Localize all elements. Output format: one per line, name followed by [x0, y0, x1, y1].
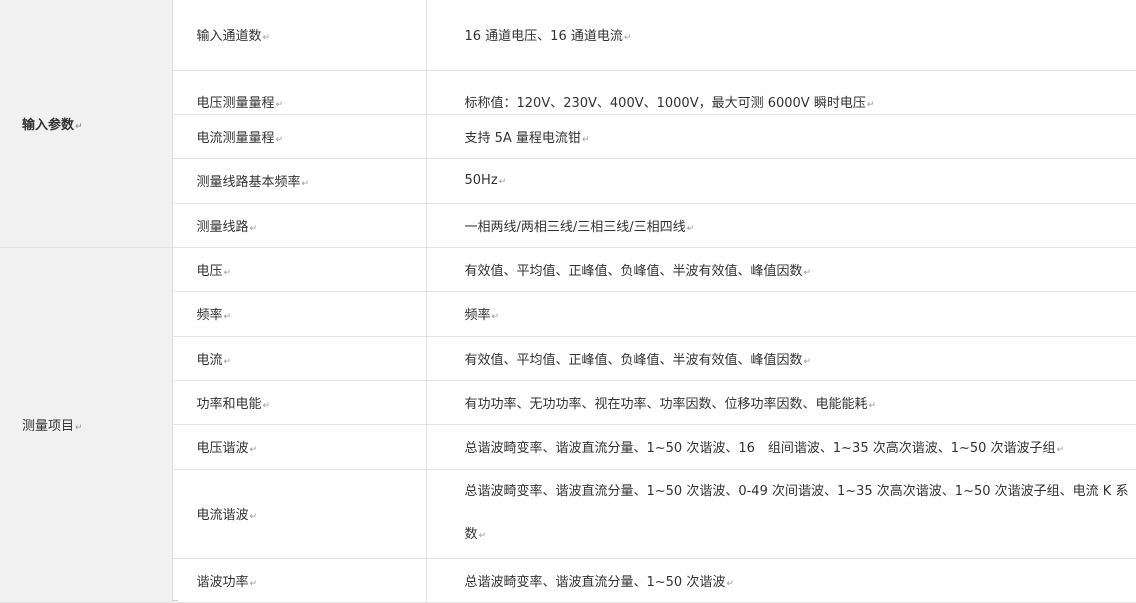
paragraph-mark-icon: ↵ — [249, 223, 258, 234]
param-name: 频率↵ — [172, 291, 427, 337]
param-value-text: 总谐波畸变率、谐波直流分量、1~50 次谐波、16 组间谐波、1~35 次高次谐… — [464, 441, 1056, 456]
paragraph-mark-icon: ↵ — [223, 267, 232, 278]
param-name-text: 电压谐波 — [196, 441, 249, 456]
paragraph-mark-icon: ↵ — [262, 33, 271, 44]
spec-table: 输入参数↵ 输入通道数↵ 16 通道电压、16 通道电流↵ 电压测量量程↵ 标称… — [0, 0, 1136, 603]
param-value-text: 总谐波畸变率、谐波直流分量、1~50 次谐波 — [464, 574, 726, 590]
param-value-text: 有效值、平均值、正峰值、负峰值、半波有效值、峰值因数 — [464, 263, 803, 279]
spec-table-container: 输入参数↵ 输入通道数↵ 16 通道电压、16 通道电流↵ 电压测量量程↵ 标称… — [0, 0, 1136, 603]
param-value: 有功功率、无功功率、视在功率、功率因数、位移功率因数、电能能耗↵ — [426, 380, 1136, 425]
group-cell-measurement-items: 测量项目↵ — [0, 247, 173, 603]
paragraph-mark-icon: ↵ — [866, 99, 875, 110]
param-value: 50Hz↵ — [426, 158, 1136, 204]
param-value-text: 有功功率、无功功率、视在功率、功率因数、位移功率因数、电能能耗 — [464, 396, 868, 412]
param-name-text: 功率和电能 — [196, 396, 262, 412]
param-value-text: 总谐波畸变率、谐波直流分量、1~50 次谐波、0-49 次间谐波、1~35 次高… — [464, 483, 1129, 542]
param-name-text: 电压 — [196, 263, 223, 279]
param-value: 有效值、平均值、正峰值、负峰值、半波有效值、峰值因数↵ — [426, 336, 1136, 381]
table-row: 测量项目↵ 电压↵ 有效值、平均值、正峰值、负峰值、半波有效值、峰值因数↵ — [0, 247, 1136, 603]
param-name: 电流测量量程↵ — [172, 114, 427, 159]
param-name-text: 电流 — [196, 352, 223, 368]
param-name-text: 电压测量量程 — [196, 95, 275, 111]
group-cell-input-params: 输入参数↵ — [0, 0, 173, 248]
param-name-text: 电流谐波 — [196, 508, 249, 523]
param-name-text: 频率 — [196, 308, 223, 323]
param-name: 测量线路基本频率↵ — [172, 158, 427, 204]
paragraph-mark-icon: ↵ — [581, 134, 590, 145]
param-name: 电流谐波↵ — [172, 469, 427, 559]
param-value: 总谐波畸变率、谐波直流分量、1~50 次谐波、0-49 次间谐波、1~35 次高… — [426, 469, 1136, 559]
paragraph-mark-icon: ↵ — [623, 33, 632, 44]
param-name: 电压谐波↵ — [172, 424, 427, 470]
paragraph-mark-icon: ↵ — [262, 400, 271, 411]
group-label: 测量项目 — [22, 419, 75, 434]
param-value: 支持 5A 量程电流钳↵ — [426, 114, 1136, 159]
paragraph-mark-icon: ↵ — [75, 423, 83, 433]
paragraph-mark-icon: ↵ — [1056, 445, 1065, 455]
paragraph-mark-icon: ↵ — [868, 400, 877, 411]
param-value-text: 一相两线/两相三线/三相三线/三相四线 — [464, 219, 686, 235]
param-value: 有效值、平均值、正峰值、负峰值、半波有效值、峰值因数↵ — [426, 247, 1136, 292]
paragraph-mark-icon: ↵ — [223, 356, 232, 367]
param-name: 测量线路↵ — [172, 203, 427, 248]
param-name-text: 谐波功率 — [196, 574, 249, 590]
param-value-text: 有效值、平均值、正峰值、负峰值、半波有效值、峰值因数 — [464, 352, 803, 368]
paragraph-mark-icon: ↵ — [478, 530, 487, 541]
param-name-text: 输入通道数 — [196, 29, 262, 45]
param-name: 电流↵ — [172, 336, 427, 381]
table-row: 输入参数↵ 输入通道数↵ 16 通道电压、16 通道电流↵ — [0, 0, 1136, 248]
param-value-text: 16 通道电压、16 通道电流 — [464, 29, 623, 45]
paragraph-mark-icon: ↵ — [491, 312, 500, 322]
param-name: 电压测量量程↵ — [172, 70, 427, 115]
param-value-text: 支持 5A 量程电流钳 — [464, 130, 581, 146]
param-name: 谐波功率↵ — [172, 558, 427, 603]
param-value: 标称值：120V、230V、400V、1000V，最大可测 6000V 瞬时电压… — [426, 70, 1136, 115]
paragraph-mark-icon: ↵ — [249, 578, 258, 589]
paragraph-mark-icon: ↵ — [249, 512, 258, 522]
param-value: 一相两线/两相三线/三相三线/三相四线↵ — [426, 203, 1136, 248]
param-value: 总谐波畸变率、谐波直流分量、1~50 次谐波、16 组间谐波、1~35 次高次谐… — [426, 424, 1136, 470]
paragraph-mark-icon: ↵ — [75, 121, 83, 132]
param-name: 功率和电能↵ — [172, 380, 427, 425]
group-label: 输入参数 — [22, 117, 75, 133]
table-edge-tick — [172, 600, 178, 601]
param-value-text: 频率 — [464, 308, 491, 323]
param-value-text: 50Hz — [464, 173, 498, 188]
paragraph-mark-icon: ↵ — [803, 356, 812, 367]
param-value: 16 通道电压、16 通道电流↵ — [426, 0, 1136, 71]
param-value: 总谐波畸变率、谐波直流分量、1~50 次谐波↵ — [426, 558, 1136, 603]
paragraph-mark-icon: ↵ — [223, 312, 232, 322]
param-name-text: 测量线路 — [196, 219, 249, 235]
param-name: 电压↵ — [172, 247, 427, 292]
paragraph-mark-icon: ↵ — [686, 223, 695, 234]
paragraph-mark-icon: ↵ — [726, 578, 734, 589]
paragraph-mark-icon: ↵ — [301, 179, 310, 189]
param-value: 频率↵ — [426, 291, 1136, 337]
param-name-text: 测量线路基本频率 — [196, 175, 301, 190]
paragraph-mark-icon: ↵ — [249, 445, 258, 455]
param-name: 输入通道数↵ — [172, 0, 427, 71]
paragraph-mark-icon: ↵ — [498, 177, 507, 187]
param-name-text: 电流测量量程 — [196, 130, 275, 146]
paragraph-mark-icon: ↵ — [275, 99, 284, 110]
paragraph-mark-icon: ↵ — [275, 134, 284, 145]
paragraph-mark-icon: ↵ — [803, 267, 812, 278]
param-value-text: 标称值：120V、230V、400V、1000V，最大可测 6000V 瞬时电压 — [464, 95, 866, 111]
